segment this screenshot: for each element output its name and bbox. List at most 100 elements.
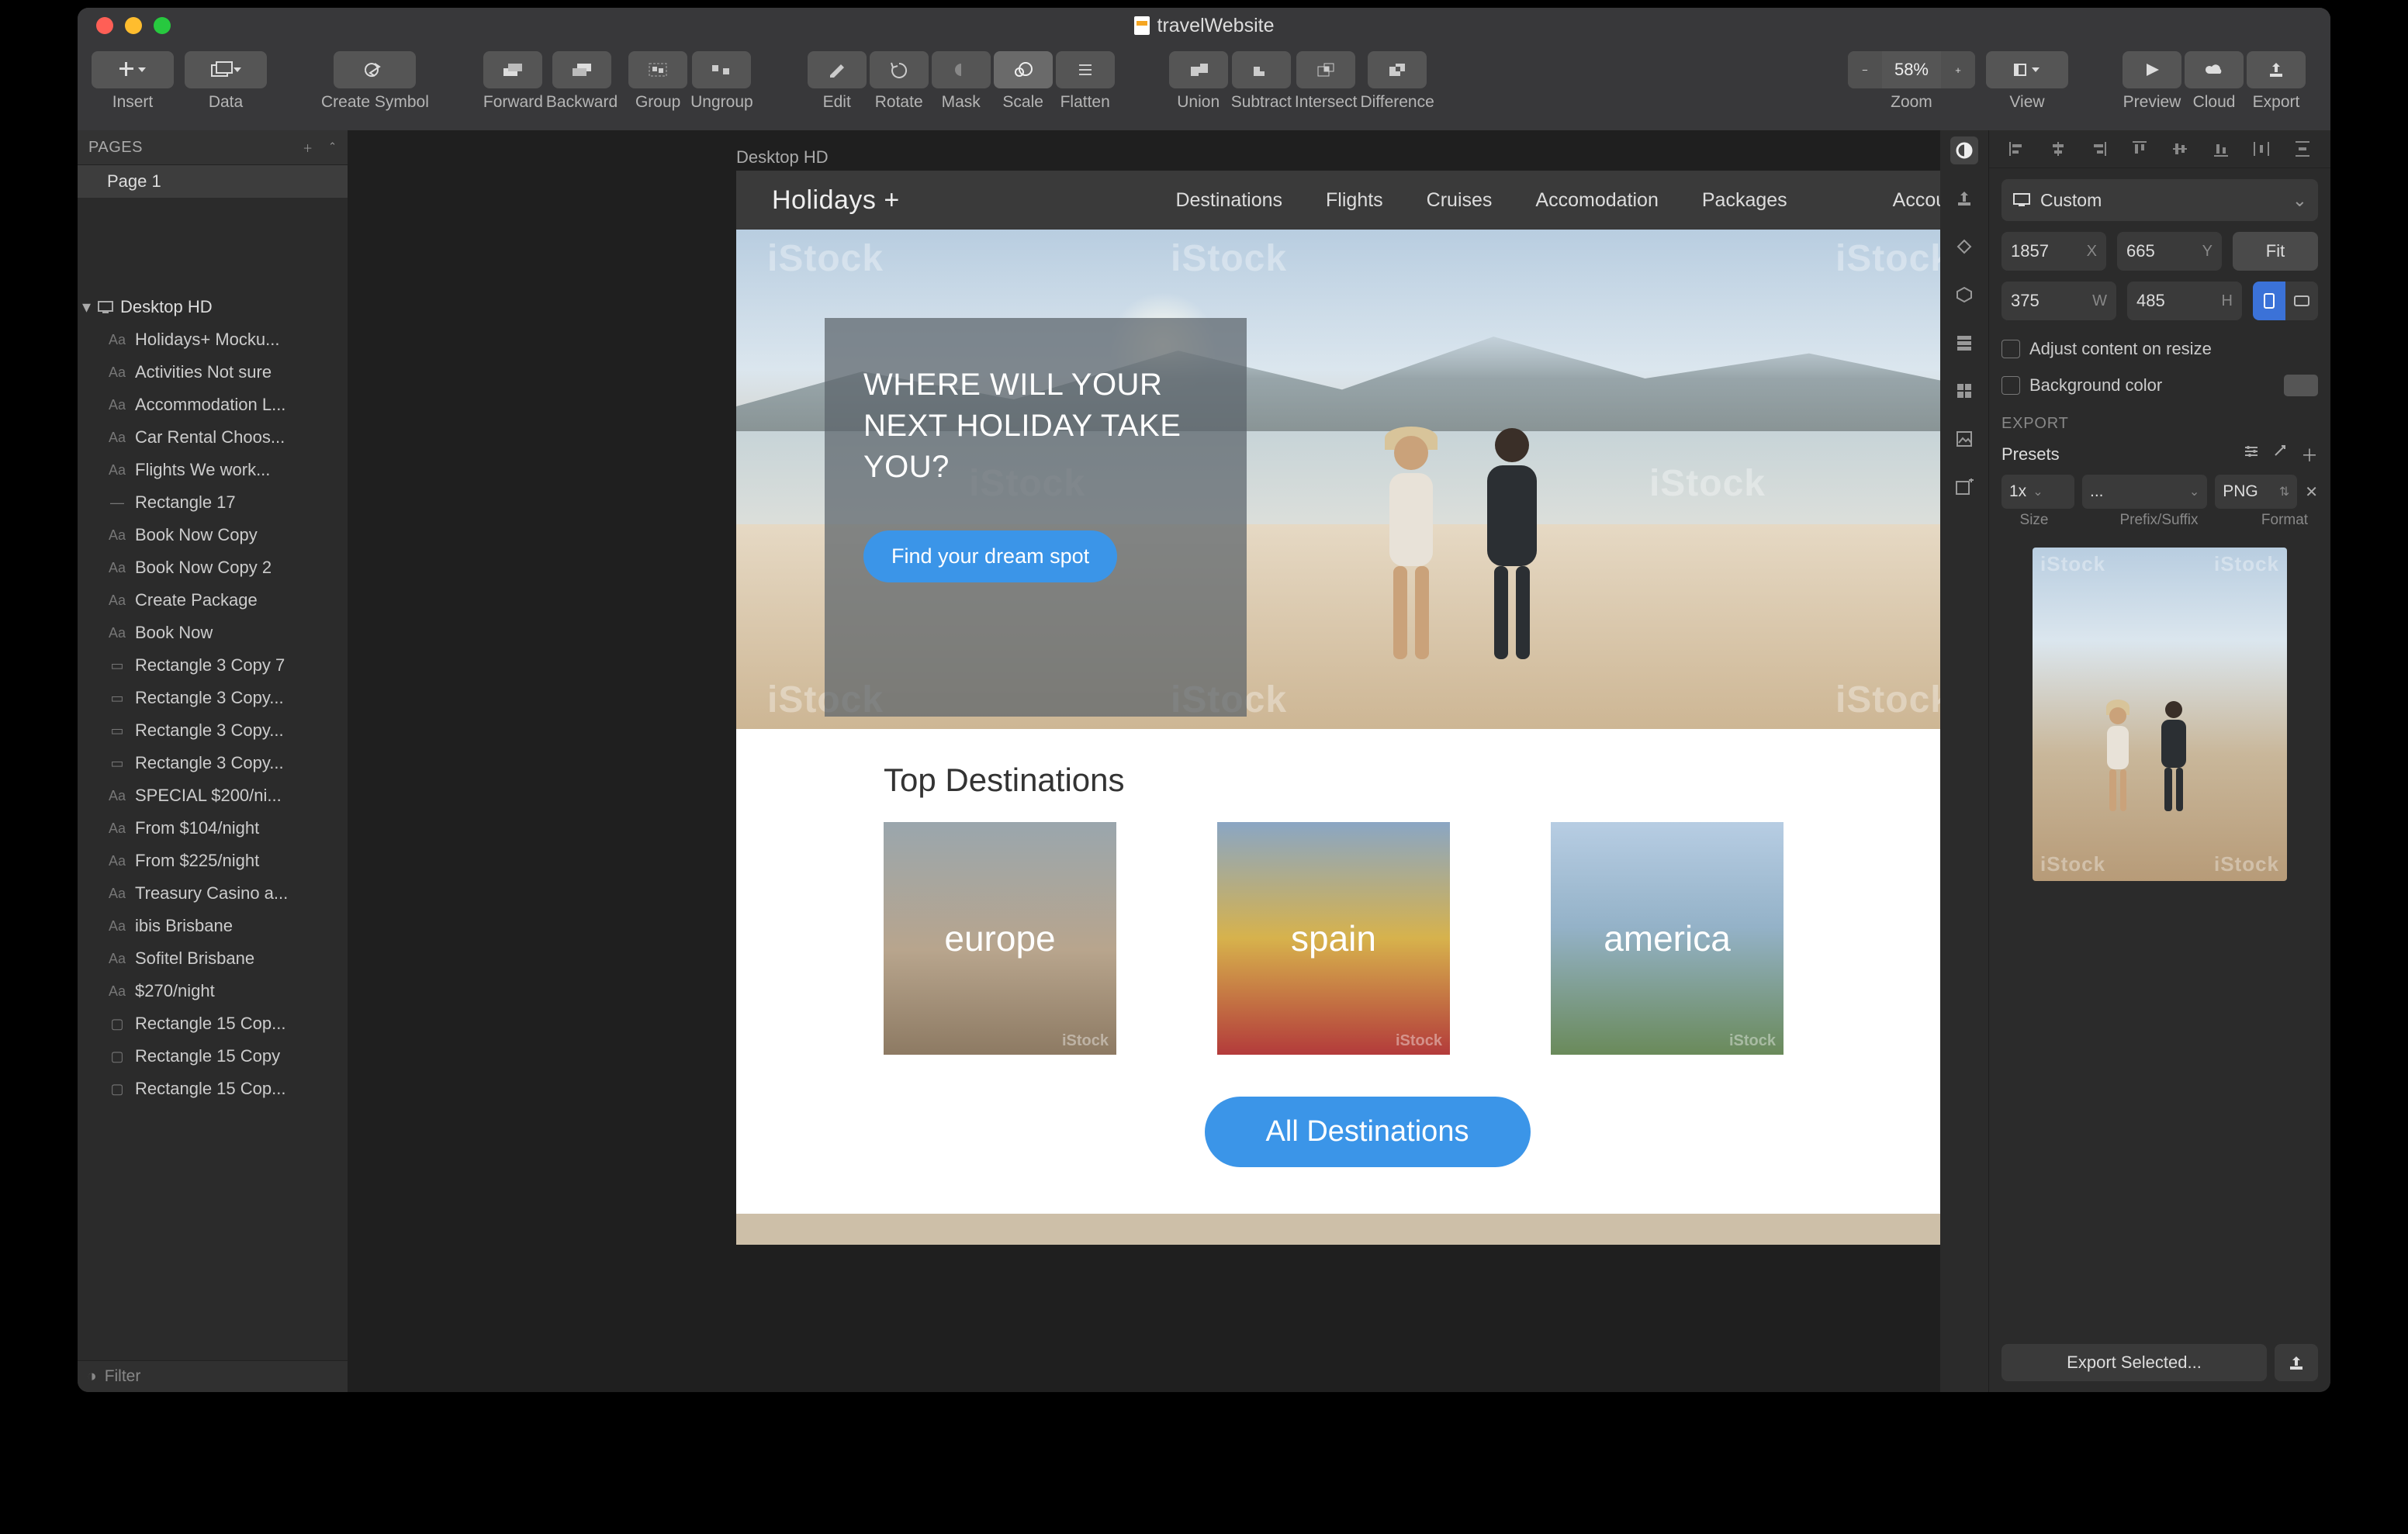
collapse-pages-button[interactable]: ⌃ bbox=[328, 140, 337, 155]
destination-card-europe[interactable]: europeiStock bbox=[884, 822, 1116, 1055]
page-item[interactable]: Page 1 bbox=[78, 165, 348, 198]
artboard-row[interactable]: ▾ Desktop HD bbox=[78, 291, 348, 323]
layer-row[interactable]: AaBook Now Copy bbox=[78, 519, 348, 551]
tab-prototype[interactable] bbox=[1950, 233, 1978, 261]
adjust-content-checkbox-row[interactable]: Adjust content on resize bbox=[1989, 331, 2330, 367]
background-color-checkbox-row[interactable]: Background color bbox=[1989, 367, 2330, 404]
layer-row[interactable]: AaFrom $104/night bbox=[78, 812, 348, 845]
export-remove-button[interactable]: ✕ bbox=[2305, 482, 2318, 502]
forward-button[interactable] bbox=[483, 51, 542, 88]
mask-button[interactable] bbox=[932, 51, 991, 88]
tab-share[interactable] bbox=[1950, 185, 1978, 212]
nav-link[interactable]: Account bbox=[1893, 189, 1940, 212]
nav-link[interactable]: Flights bbox=[1326, 189, 1383, 212]
insert-button[interactable] bbox=[92, 51, 174, 88]
nav-link[interactable]: Accomodation bbox=[1535, 189, 1658, 212]
layer-row[interactable]: AaBook Now bbox=[78, 617, 348, 649]
presets-add-button[interactable]: ＋ bbox=[2301, 442, 2318, 467]
destination-card-america[interactable]: americaiStock bbox=[1551, 822, 1784, 1055]
align-left-button[interactable] bbox=[2006, 138, 2028, 160]
adjust-content-checkbox[interactable] bbox=[2001, 340, 2020, 358]
layer-row[interactable]: ▢Rectangle 15 Cop... bbox=[78, 1007, 348, 1040]
group-button[interactable] bbox=[628, 51, 687, 88]
layer-row[interactable]: Aa$270/night bbox=[78, 975, 348, 1007]
w-field[interactable]: 375W bbox=[2001, 282, 2116, 320]
tab-add-image[interactable] bbox=[1950, 473, 1978, 501]
subtract-button[interactable] bbox=[1232, 51, 1291, 88]
distribute-v-button[interactable] bbox=[2292, 138, 2313, 160]
preview-button[interactable] bbox=[2123, 51, 2181, 88]
create-symbol-button[interactable] bbox=[334, 51, 416, 88]
layer-row[interactable]: AaSPECIAL $200/ni... bbox=[78, 779, 348, 812]
layer-row[interactable]: ▢Rectangle 15 Copy bbox=[78, 1040, 348, 1073]
layer-row[interactable]: —Rectangle 17 bbox=[78, 486, 348, 519]
export-size-select[interactable]: 1x⌄ bbox=[2001, 475, 2074, 509]
layer-row[interactable]: AaHolidays+ Mocku... bbox=[78, 323, 348, 356]
export-prefix-select[interactable]: ...⌄ bbox=[2082, 475, 2207, 509]
backward-button[interactable] bbox=[552, 51, 611, 88]
align-right-button[interactable] bbox=[2088, 138, 2109, 160]
data-button[interactable] bbox=[185, 51, 267, 88]
tab-image[interactable] bbox=[1950, 425, 1978, 453]
background-color-swatch[interactable] bbox=[2284, 375, 2318, 396]
align-vcenter-button[interactable] bbox=[2169, 138, 2191, 160]
difference-button[interactable] bbox=[1368, 51, 1427, 88]
align-hcenter-button[interactable] bbox=[2047, 138, 2069, 160]
presets-knife-button[interactable] bbox=[2273, 442, 2287, 467]
resize-preset-select[interactable]: Custom ⌄ bbox=[2001, 179, 2318, 221]
layer-row[interactable]: AaCreate Package bbox=[78, 584, 348, 617]
disclosure-icon[interactable]: ▾ bbox=[82, 297, 91, 317]
hero-cta-button[interactable]: Find your dream spot bbox=[863, 530, 1117, 582]
layer-row[interactable]: ▭Rectangle 3 Copy 7 bbox=[78, 649, 348, 682]
layer-list[interactable]: AaHolidays+ Mocku...AaActivities Not sur… bbox=[78, 323, 348, 1360]
tab-components[interactable] bbox=[1950, 281, 1978, 309]
canvas[interactable]: Desktop HD Holidays + DestinationsFlight… bbox=[348, 130, 1940, 1392]
align-bottom-button[interactable] bbox=[2210, 138, 2232, 160]
distribute-h-button[interactable] bbox=[2251, 138, 2272, 160]
x-field[interactable]: 1857X bbox=[2001, 232, 2106, 271]
export-button[interactable] bbox=[2247, 51, 2306, 88]
export-format-select[interactable]: PNG⇅ bbox=[2215, 475, 2297, 509]
edit-button[interactable] bbox=[808, 51, 867, 88]
layer-row[interactable]: ▭Rectangle 3 Copy... bbox=[78, 682, 348, 714]
tab-grid[interactable] bbox=[1950, 377, 1978, 405]
ungroup-button[interactable] bbox=[692, 51, 751, 88]
flatten-button[interactable] bbox=[1056, 51, 1115, 88]
zoom-in-button[interactable]: + bbox=[1941, 51, 1975, 88]
fit-button[interactable]: Fit bbox=[2233, 232, 2318, 271]
background-color-checkbox[interactable] bbox=[2001, 376, 2020, 395]
cloud-button[interactable] bbox=[2185, 51, 2244, 88]
destination-card-spain[interactable]: spainiStock bbox=[1217, 822, 1450, 1055]
layer-row[interactable]: Aaibis Brisbane bbox=[78, 910, 348, 942]
layer-row[interactable]: AaFrom $225/night bbox=[78, 845, 348, 877]
tab-layout[interactable] bbox=[1950, 329, 1978, 357]
layer-row[interactable]: AaActivities Not sure bbox=[78, 356, 348, 389]
layer-row[interactable]: ▭Rectangle 3 Copy... bbox=[78, 714, 348, 747]
nav-link[interactable]: Packages bbox=[1702, 189, 1787, 212]
orientation-portrait-button[interactable] bbox=[2253, 282, 2285, 320]
artboard-desktop-hd[interactable]: Holidays + DestinationsFlightsCruisesAcc… bbox=[736, 171, 1940, 1245]
nav-link[interactable]: Cruises bbox=[1427, 189, 1493, 212]
layer-row[interactable]: AaAccommodation L... bbox=[78, 389, 348, 421]
h-field[interactable]: 485H bbox=[2127, 282, 2242, 320]
layer-row[interactable]: ▭Rectangle 3 Copy... bbox=[78, 747, 348, 779]
union-button[interactable] bbox=[1169, 51, 1228, 88]
layer-row[interactable]: AaBook Now Copy 2 bbox=[78, 551, 348, 584]
align-top-button[interactable] bbox=[2129, 138, 2150, 160]
add-page-button[interactable]: ＋ bbox=[303, 140, 313, 155]
scale-button[interactable] bbox=[994, 51, 1053, 88]
orientation-landscape-button[interactable] bbox=[2285, 282, 2318, 320]
all-destinations-button[interactable]: All Destinations bbox=[1205, 1097, 1531, 1167]
filter-input[interactable]: Filter bbox=[105, 1367, 141, 1386]
rotate-button[interactable] bbox=[870, 51, 929, 88]
layer-row[interactable]: AaFlights We work... bbox=[78, 454, 348, 486]
layer-row[interactable]: ▢Rectangle 15 Cop... bbox=[78, 1073, 348, 1105]
export-selected-button[interactable]: Export Selected... bbox=[2001, 1344, 2267, 1381]
layer-row[interactable]: AaCar Rental Choos... bbox=[78, 421, 348, 454]
zoom-out-button[interactable]: − bbox=[1848, 51, 1882, 88]
layer-row[interactable]: AaTreasury Casino a... bbox=[78, 877, 348, 910]
layer-row[interactable]: AaSofitel Brisbane bbox=[78, 942, 348, 975]
y-field[interactable]: 665Y bbox=[2117, 232, 2222, 271]
tab-properties[interactable] bbox=[1950, 136, 1978, 164]
zoom-value[interactable]: 58% bbox=[1882, 60, 1941, 80]
